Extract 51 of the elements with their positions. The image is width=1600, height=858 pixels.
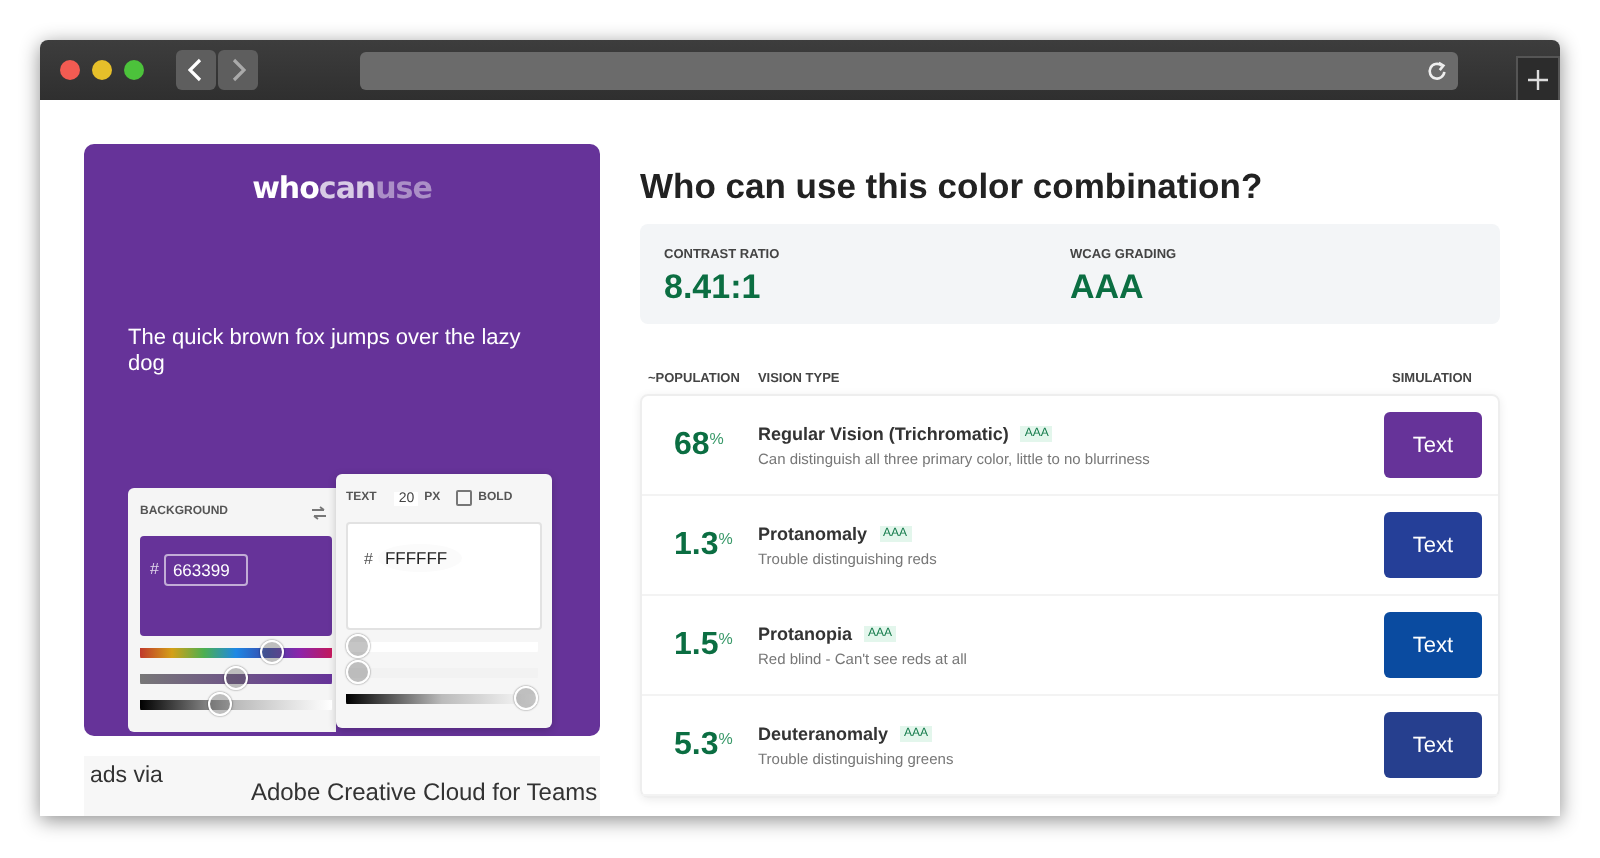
sample-text: The quick brown fox jumps over the lazy dog [128,326,523,378]
slider-thumb[interactable] [260,640,285,665]
color-slider[interactable] [140,642,332,663]
ad-label: ads via [90,764,163,789]
minimize-button[interactable] [92,60,112,80]
simulation-preview: Text [1384,712,1482,778]
slider-thumb[interactable] [346,660,370,685]
hash-label: # [150,560,159,579]
slider-thumb[interactable] [346,634,370,659]
simulation-preview: Text [1384,612,1482,678]
back-button[interactable] [176,50,216,90]
slider-thumb[interactable] [207,692,232,717]
bold-checkbox[interactable] [456,490,473,507]
ad-title[interactable]: Adobe Creative Cloud for Teams [250,778,598,807]
swap-icon[interactable] [310,505,328,520]
page-title: Who can use this color combination? [640,166,1265,208]
color-slider[interactable] [346,688,538,709]
reload-icon[interactable] [1426,59,1448,81]
close-button[interactable] [60,60,80,80]
hex-input[interactable]: 663399 [164,554,249,587]
slider-thumb[interactable] [514,686,538,711]
percent-sign: % [718,629,733,647]
vision-type-name: Protanomaly [758,523,868,543]
logo-text: whocanuse [250,170,434,206]
population-value: 1.5 [674,627,719,663]
chevron-left-icon [188,58,204,82]
hex-input[interactable]: FFFFFF [378,544,463,573]
plus-icon [1528,69,1548,89]
color-slider[interactable] [140,668,332,689]
simulation-preview: Text [1384,412,1482,478]
new-tab-button[interactable] [1516,56,1560,100]
forward-button[interactable] [218,50,258,90]
stat-value: AAA [1070,268,1146,308]
color-slider[interactable] [140,694,332,715]
vision-type-name: Deuteranomaly [758,723,889,743]
maximize-button[interactable] [124,60,144,80]
color-slider[interactable] [346,636,538,657]
percent-sign: % [709,429,724,447]
population-value: 1.3 [674,527,719,563]
slider-thumb[interactable] [224,666,248,691]
simulation-preview: Text [1384,512,1482,578]
hash-label: # [364,550,373,569]
population-value: 5.3 [674,727,719,763]
stat-value: 8.41:1 [664,268,763,308]
vision-type-name: Regular Vision (Trichromatic) [758,423,1009,443]
percent-sign: % [718,729,733,747]
population-value: 68 [674,427,710,463]
chevron-right-icon [230,58,246,82]
vision-type-name: Protanopia [758,623,853,643]
percent-sign: % [718,529,733,547]
color-slider[interactable] [346,662,538,683]
